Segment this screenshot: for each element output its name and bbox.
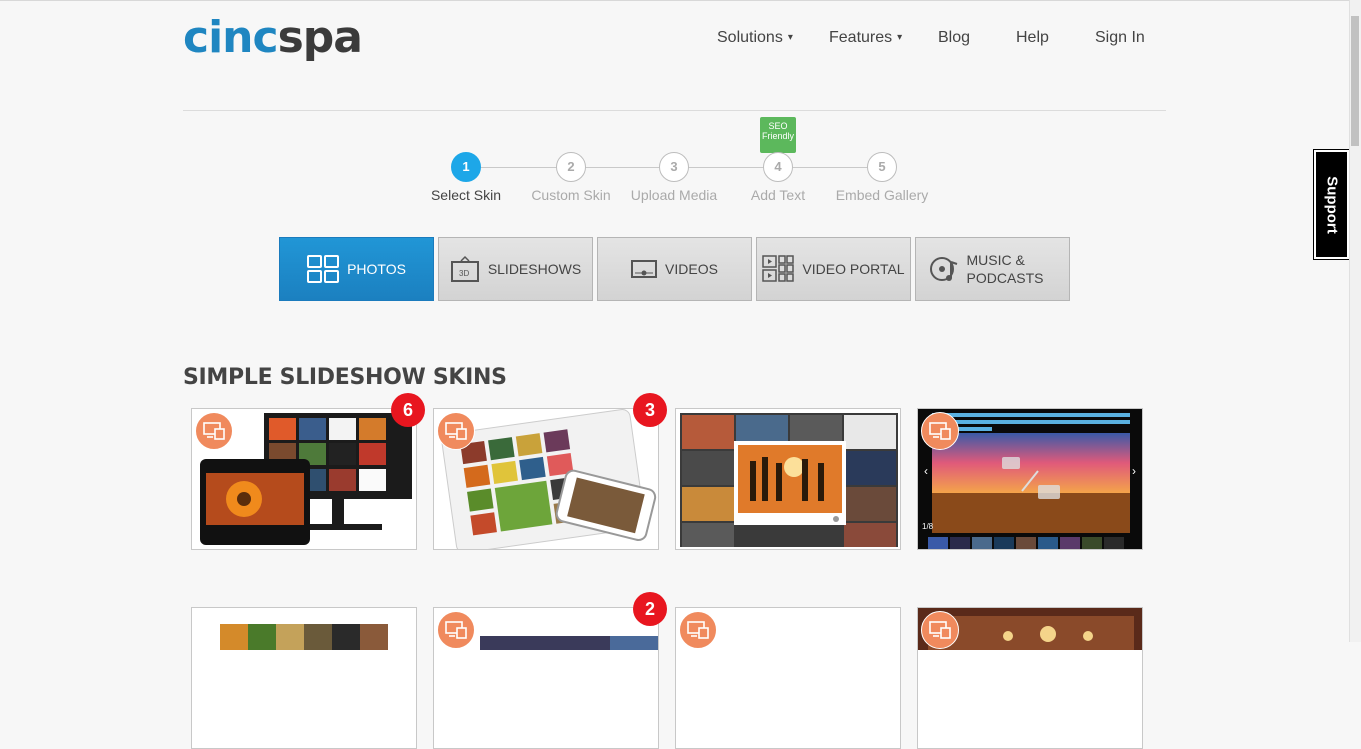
nav-help[interactable]: Help: [1016, 28, 1049, 48]
step-2-circle[interactable]: 2: [556, 152, 586, 182]
seo-friendly-badge: SEO Friendly: [760, 117, 796, 153]
skin-card-5[interactable]: [191, 607, 417, 749]
step-5-label: Embed Gallery: [835, 187, 929, 203]
tab-videos-label: VIDEOS: [665, 261, 718, 277]
nav-blog[interactable]: Blog: [938, 28, 970, 48]
header-divider: [183, 110, 1166, 111]
svg-text:‹: ‹: [924, 464, 928, 478]
music-disc-icon: [929, 257, 957, 281]
skin-card-6[interactable]: [433, 607, 659, 749]
skin-count-badge: 2: [633, 592, 667, 626]
devices-icon: [203, 422, 225, 440]
skin-card-1[interactable]: [191, 408, 417, 550]
video-screen-icon: [631, 260, 658, 278]
devices-icon: [687, 621, 709, 639]
devices-icon: [445, 422, 467, 440]
step-1-circle[interactable]: 1: [451, 152, 481, 182]
devices-icon: [929, 422, 951, 440]
skin-card-3[interactable]: [675, 408, 901, 550]
tab-photos-label: PHOTOS: [347, 261, 406, 277]
skin-preview-lightbox: [680, 413, 898, 547]
devices-icon: [445, 621, 467, 639]
nav-solutions[interactable]: Solutions ▾: [717, 28, 793, 48]
step-3-label: Upload Media: [630, 187, 718, 203]
nav-features[interactable]: Features ▾: [829, 28, 902, 48]
nav-sign-in[interactable]: Sign In: [1095, 28, 1145, 48]
step-1-label: Select Skin: [430, 187, 502, 203]
logo-text-part1: cinc: [183, 12, 279, 63]
support-tab[interactable]: Support: [1313, 149, 1350, 260]
tab-slideshows[interactable]: 3D SLIDESHOWS: [438, 237, 593, 301]
device-badge: [921, 412, 959, 450]
svg-text:3D: 3D: [459, 269, 469, 278]
step-3-circle[interactable]: 3: [659, 152, 689, 182]
section-title: SIMPLE SLIDESHOW SKINS: [183, 365, 507, 390]
device-badge: [679, 611, 717, 649]
devices-icon: [929, 621, 951, 639]
skin-card-2[interactable]: [433, 408, 659, 550]
caret-down-icon: ▾: [897, 32, 903, 43]
seo-badge-text: SEO Friendly: [761, 121, 794, 141]
device-badge: [437, 611, 475, 649]
photo-grid-icon: [307, 255, 340, 283]
tab-music-podcasts[interactable]: MUSIC & PODCASTS: [915, 237, 1070, 301]
tab-music-podcasts-label: MUSIC & PODCASTS: [966, 252, 1044, 286]
slide-counter: 1/8: [922, 522, 934, 531]
device-badge: [921, 611, 959, 649]
top-border: [0, 0, 1361, 1]
logo-text-part2: spa: [277, 12, 363, 63]
nav-features-label: Features: [829, 29, 893, 47]
device-badge: [195, 412, 233, 450]
cincopa-logo[interactable]: cincspa: [183, 10, 363, 66]
device-badge: [437, 412, 475, 450]
skin-card-4[interactable]: ‹ › 1/8: [917, 408, 1143, 550]
video-portal-icon: [762, 255, 795, 282]
svg-text:›: ›: [1132, 464, 1136, 478]
tab-video-portal[interactable]: VIDEO PORTAL: [756, 237, 911, 301]
step-5-circle[interactable]: 5: [867, 152, 897, 182]
skin-preview-strip: [220, 624, 388, 650]
tab-photos[interactable]: PHOTOS: [279, 237, 434, 301]
skin-count-badge: 3: [633, 393, 667, 427]
step-2-label: Custom Skin: [531, 187, 611, 203]
3d-slideshow-icon: 3D: [450, 255, 479, 282]
caret-down-icon: ▾: [787, 32, 793, 43]
skin-count-badge: 6: [391, 393, 425, 427]
skin-card-8[interactable]: [917, 607, 1143, 749]
tab-slideshows-label: SLIDESHOWS: [487, 261, 582, 277]
support-label: Support: [1323, 175, 1340, 234]
nav-solutions-label: Solutions: [717, 29, 783, 47]
step-4-circle[interactable]: 4: [763, 152, 793, 182]
scrollbar-thumb[interactable]: [1351, 16, 1359, 146]
tab-videos[interactable]: VIDEOS: [597, 237, 752, 301]
skin-card-7[interactable]: [675, 607, 901, 749]
tab-video-portal-label: VIDEO PORTAL: [802, 261, 905, 277]
step-4-label: Add Text: [750, 187, 806, 203]
